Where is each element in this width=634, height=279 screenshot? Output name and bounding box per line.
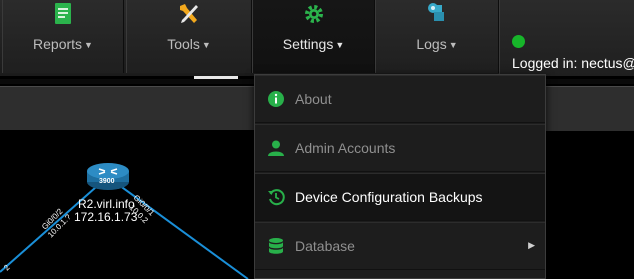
menu-item-database[interactable]: Database ▶: [255, 222, 545, 270]
chevron-down-icon: ▼: [448, 40, 458, 50]
nav-logs-label: Logs: [416, 36, 447, 52]
router-model-badge: 3900: [99, 178, 115, 185]
link-right[interactable]: [111, 179, 249, 279]
chevron-down-icon: ▼: [335, 40, 345, 50]
menu-item-label: About: [295, 91, 332, 107]
nav-tools-label: Tools: [167, 36, 200, 52]
online-status-icon: [512, 35, 525, 48]
history-icon: [267, 188, 285, 206]
chevron-down-icon: ▼: [84, 40, 93, 50]
nav-settings-label: Settings: [282, 36, 334, 52]
logs-scroll-icon: [425, 2, 449, 29]
active-tab-indicator: [194, 76, 238, 79]
chevron-down-icon: ▼: [201, 40, 211, 50]
nav-tools[interactable]: Tools ▼: [126, 0, 252, 73]
menu-item-admin-accounts[interactable]: Admin Accounts: [255, 124, 545, 172]
nav-logs[interactable]: Logs ▼: [375, 0, 499, 73]
database-icon: [267, 237, 285, 255]
menu-item-device-config-backups[interactable]: Device Configuration Backups: [255, 173, 545, 221]
user-icon: [267, 139, 285, 157]
nav-reports[interactable]: Reports ▼: [2, 0, 124, 73]
settings-dropdown-menu: About Admin Accounts Device Configuratio…: [254, 74, 546, 279]
menu-item-label: Device Configuration Backups: [295, 189, 483, 205]
info-icon: [267, 90, 285, 108]
wrench-screwdriver-icon: [177, 2, 201, 29]
top-navbar: Reports ▼ Tools ▼ Settings ▼ Logs ▼ Logg…: [0, 0, 634, 76]
menu-item-label: Admin Accounts: [295, 140, 396, 156]
gear-icon: [302, 2, 326, 29]
chevron-right-icon: ▶: [528, 240, 535, 250]
network-topology-map[interactable]: 3900 R2.virl.info 172.16.1.73 Gi0/0/2 10…: [0, 130, 260, 279]
user-status-panel: Logged in: nectus@: [499, 0, 634, 76]
logged-in-text: Logged in: nectus@: [512, 55, 634, 71]
menu-item-label: Database: [295, 238, 355, 254]
router-ip: 172.16.1.73: [74, 210, 138, 224]
report-document-icon: [53, 2, 73, 29]
nav-reports-label: Reports: [33, 36, 83, 52]
menu-item-about[interactable]: About: [255, 75, 545, 123]
nav-settings[interactable]: Settings ▼: [252, 0, 375, 73]
